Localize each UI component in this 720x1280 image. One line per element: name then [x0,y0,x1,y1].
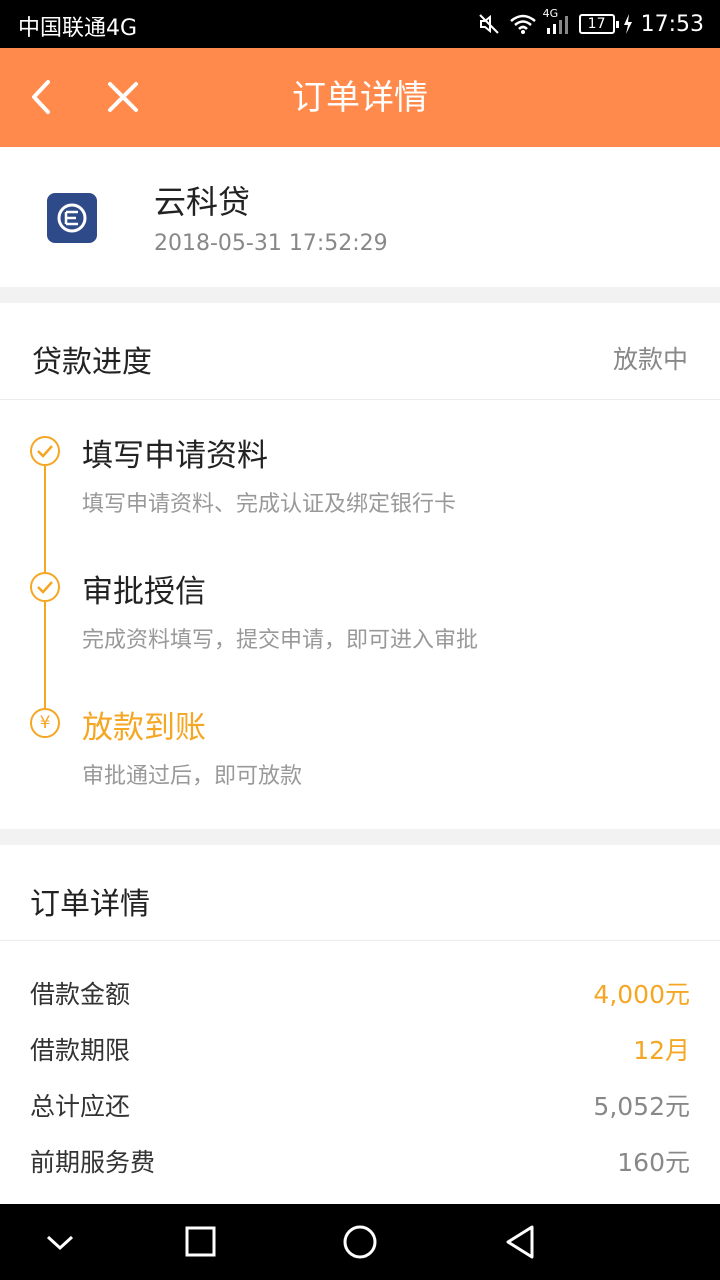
detail-row-loan-term: 借款期限 12月 [30,1031,690,1071]
detail-key: 借款期限 [30,1036,131,1065]
loan-progress-card: 贷款进度 放款中 填写申请资料 填写申请资料、完成认证及绑定银行卡 审批授信 完… [0,303,720,829]
check-circle-icon [30,436,60,466]
wifi-icon [509,13,537,35]
charging-icon [623,14,633,34]
status-bar: 中国联通4G 4G 17 17:53 [0,0,720,48]
check-circle-icon [30,572,60,602]
step-desc: 填写申请资料、完成认证及绑定银行卡 [82,492,457,517]
step-desc: 完成资料填写，提交申请，即可进入审批 [82,628,479,653]
navigation-bar [0,1204,720,1280]
detail-key: 前期服务费 [30,1148,156,1177]
carrier-label: 中国联通4G [18,16,138,41]
order-datetime: 2018-05-31 17:52:29 [154,231,388,256]
order-details-card: 订单详情 借款金额 4,000元 借款期限 12月 总计应还 5,052元 前期… [0,845,720,1204]
yen-symbol: ¥ [39,713,51,733]
progress-label: 贷款进度 [32,345,152,380]
app-name: 云科贷 [154,183,251,221]
step-title: 审批授信 [82,574,206,610]
clock: 17:53 [640,11,704,37]
progress-header: 贷款进度 放款中 [0,303,720,400]
app-logo [47,193,97,243]
title-bar: 订单详情 [0,48,720,147]
progress-status: 放款中 [612,345,688,374]
back-nav-button[interactable] [500,1222,540,1262]
page-title: 订单详情 [292,78,428,118]
battery-icon: 17 [578,14,619,34]
detail-row-loan-amount: 借款金额 4,000元 [30,975,690,1015]
detail-value: 160元 [617,1148,690,1177]
detail-row-total-repay: 总计应还 5,052元 [30,1087,690,1127]
detail-value: 5,052元 [593,1092,690,1121]
detail-value: 4,000元 [593,980,690,1009]
detail-row-service-fee: 前期服务费 160元 [30,1143,690,1183]
network-type-label: 4G [542,7,559,20]
mute-icon [477,12,501,36]
home-button[interactable] [340,1222,380,1262]
app-card: 云科贷 2018-05-31 17:52:29 [0,147,720,287]
status-icons: 4G 17 17:53 [477,7,704,40]
recents-button[interactable] [180,1222,220,1262]
signal-icon: 4G [543,7,571,35]
detail-key: 总计应还 [30,1092,131,1121]
detail-key: 借款金额 [30,980,131,1009]
hide-keyboard-button[interactable] [40,1222,80,1262]
step-title: 放款到账 [82,710,206,746]
step-desc: 审批通过后，即可放款 [82,764,303,789]
details-header: 订单详情 [0,845,720,941]
yen-circle-icon: ¥ [30,708,60,738]
step-title: 填写申请资料 [82,438,268,474]
details-label: 订单详情 [30,887,150,922]
detail-value: 12月 [633,1036,690,1065]
